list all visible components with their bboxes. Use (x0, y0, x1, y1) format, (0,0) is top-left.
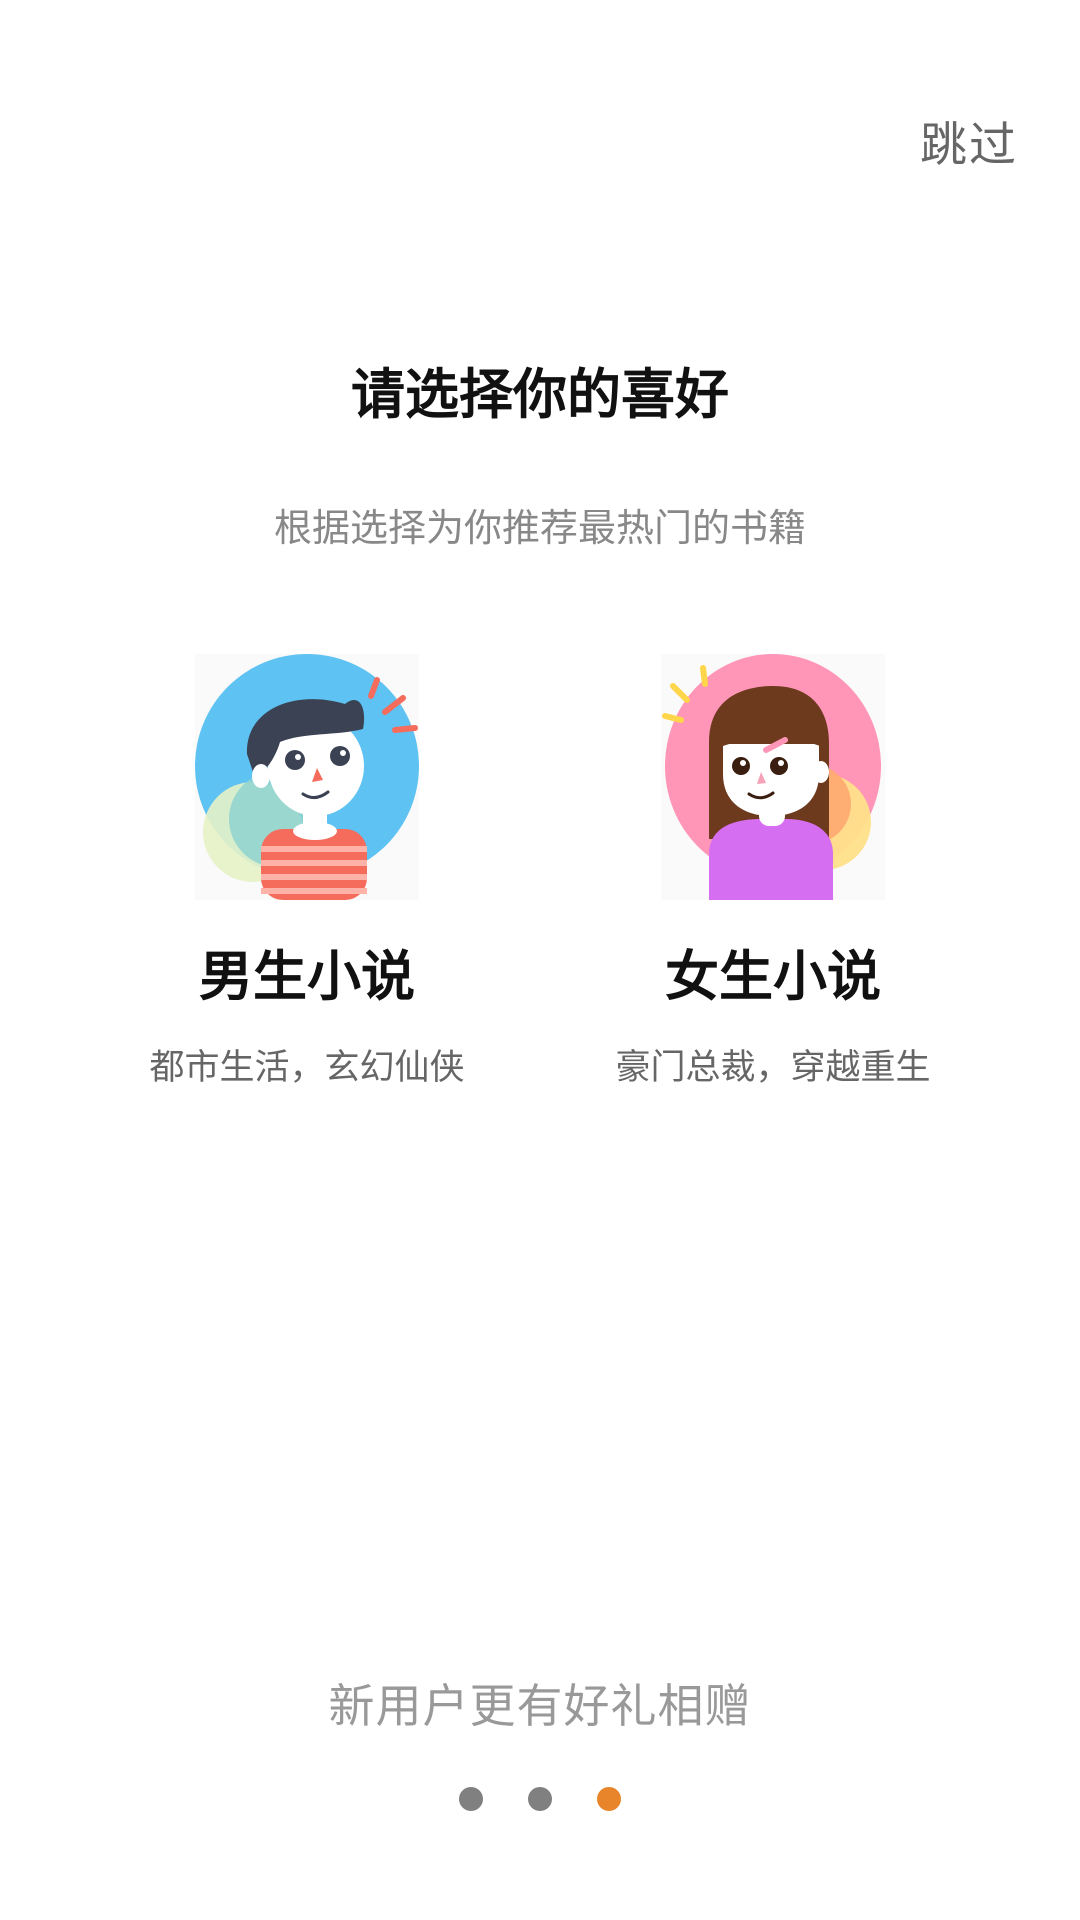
page-dot-2[interactable] (528, 1787, 552, 1811)
male-novel-desc: 都市生活，玄幻仙侠 (149, 1048, 465, 1088)
male-novel-title: 男生小说 (199, 945, 415, 1008)
boy-avatar-icon (195, 654, 419, 900)
page-indicator (0, 1787, 1080, 1811)
page-dot-3[interactable] (597, 1787, 621, 1811)
girl-avatar-icon (661, 654, 885, 900)
male-novel-option[interactable]: 男生小说 都市生活，玄幻仙侠 (107, 654, 507, 1092)
page-title: 请选择你的喜好 (351, 363, 729, 426)
promo-text: 新用户更有好礼相赠 (328, 1679, 752, 1733)
page-subtitle: 根据选择为你推荐最热门的书籍 (273, 506, 806, 550)
female-novel-title: 女生小说 (665, 945, 881, 1008)
female-novel-option[interactable]: 女生小说 豪门总裁，穿越重生 (573, 654, 973, 1092)
skip-button[interactable]: 跳过 (920, 106, 1018, 175)
page-dot-1[interactable] (459, 1787, 483, 1811)
female-novel-desc: 豪门总裁，穿越重生 (615, 1048, 931, 1088)
preference-page: 跳过 请选择你的喜好 根据选择为你推荐最热门的书籍 男生小说 都市生活，玄幻仙侠… (0, 0, 1080, 1920)
